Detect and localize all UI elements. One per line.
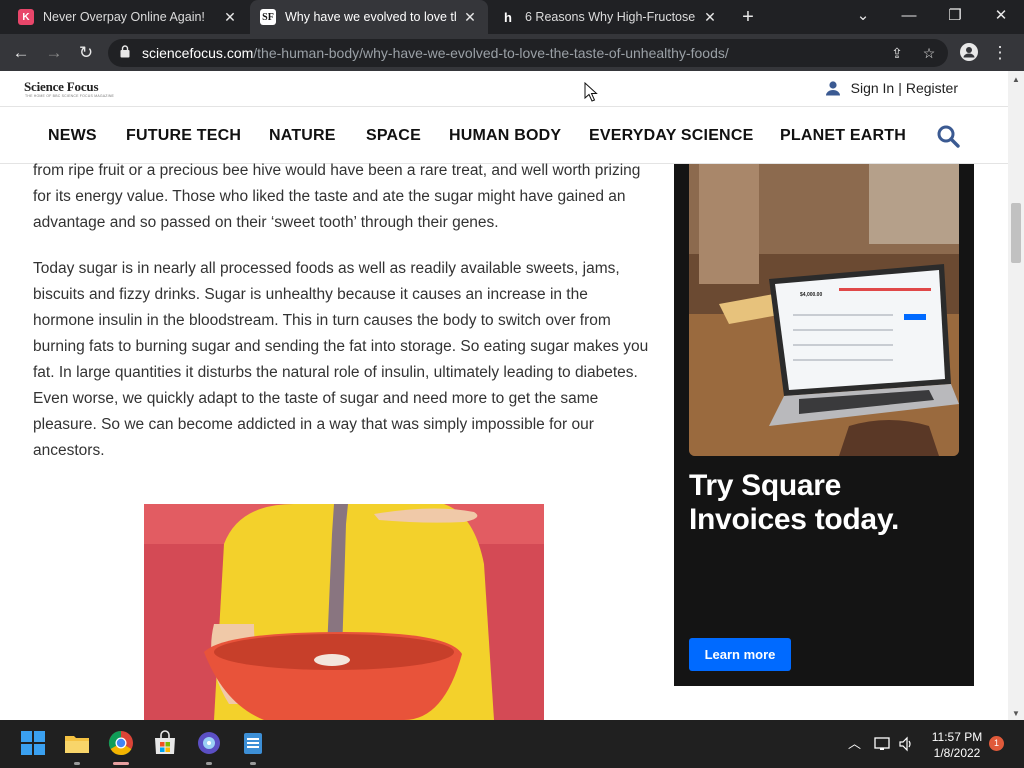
article-image-sugar-bowl bbox=[144, 504, 544, 720]
browser-menu-icon[interactable]: ⋮ bbox=[990, 40, 1010, 66]
nav-item-human-body[interactable]: HUMAN BODY bbox=[449, 127, 561, 145]
clock-time: 11:57 PM bbox=[931, 730, 983, 744]
site-top-strip: Science Focus THE HOME OF BBC SCIENCE FO… bbox=[0, 71, 1008, 107]
network-icon[interactable] bbox=[874, 736, 892, 752]
browser-toolbar: ← → ↻ sciencefocus.com/the-human-body/wh… bbox=[0, 34, 1024, 71]
show-hidden-icons-chevron-icon[interactable]: ︿ bbox=[848, 733, 861, 752]
site-logo[interactable]: Science Focus bbox=[24, 79, 99, 95]
page-scrollbar[interactable]: ▲ ▼ bbox=[1008, 71, 1024, 720]
taskbar-active-indicator bbox=[113, 762, 129, 765]
ad-photo-laptop: $4,000.00 bbox=[689, 164, 959, 456]
forward-icon[interactable]: → bbox=[41, 40, 67, 66]
article-paragraph: from ripe fruit or a precious bee hive w… bbox=[33, 162, 641, 231]
minimize-icon[interactable]: — bbox=[886, 0, 932, 34]
scrollbar-thumb[interactable] bbox=[1011, 203, 1021, 263]
nav-item-planet-earth[interactable]: PLANET EARTH bbox=[780, 127, 906, 145]
main-navigation: NEWS FUTURE TECH NATURE SPACE HUMAN BODY… bbox=[0, 108, 1008, 164]
close-tab-icon[interactable]: ✕ bbox=[222, 9, 238, 26]
share-icon[interactable]: ⇪ bbox=[888, 44, 906, 62]
scroll-up-arrow-icon[interactable]: ▲ bbox=[1012, 75, 1020, 84]
browser-tab-2-active[interactable]: SF Why have we evolved to love the ✕ bbox=[250, 0, 488, 34]
media-app-icon[interactable] bbox=[196, 730, 222, 756]
taskbar-indicator bbox=[250, 762, 256, 765]
close-tab-icon[interactable]: ✕ bbox=[462, 9, 478, 26]
ad-screen-amount: $4,000.00 bbox=[800, 292, 823, 298]
mouse-cursor-icon bbox=[584, 82, 598, 102]
volume-icon[interactable] bbox=[898, 736, 914, 752]
new-tab-icon[interactable]: + bbox=[738, 5, 758, 29]
file-explorer-icon[interactable] bbox=[64, 730, 90, 756]
url-text[interactable]: sciencefocus.com/the-human-body/why-have… bbox=[142, 45, 729, 61]
back-icon[interactable]: ← bbox=[8, 40, 34, 66]
nav-item-news[interactable]: NEWS bbox=[48, 127, 97, 145]
lock-icon[interactable] bbox=[120, 45, 130, 58]
nav-item-space[interactable]: SPACE bbox=[366, 127, 421, 145]
nav-item-everyday-science[interactable]: EVERYDAY SCIENCE bbox=[589, 127, 753, 145]
tab-search-chevron-icon[interactable]: ⌄ bbox=[840, 0, 886, 34]
search-icon[interactable] bbox=[936, 124, 960, 148]
browser-tab-1[interactable]: K Never Overpay Online Again! ✕ bbox=[8, 0, 248, 34]
bookmark-star-icon[interactable]: ☆ bbox=[920, 44, 938, 62]
address-bar[interactable]: sciencefocus.com/the-human-body/why-have… bbox=[108, 39, 948, 67]
nav-item-nature[interactable]: NATURE bbox=[269, 127, 336, 145]
profile-avatar-icon[interactable] bbox=[960, 43, 978, 61]
taskbar-indicator bbox=[206, 762, 212, 765]
taskbar-indicator bbox=[74, 762, 80, 765]
user-icon bbox=[825, 81, 840, 96]
register-link[interactable]: Register bbox=[906, 80, 958, 96]
article-paragraph: Today sugar is in nearly all processed f… bbox=[33, 260, 649, 459]
k-favicon-icon: K bbox=[18, 9, 34, 25]
tab-title: Why have we evolved to love the bbox=[285, 10, 456, 24]
close-tab-icon[interactable]: ✕ bbox=[702, 9, 718, 26]
close-window-icon[interactable]: ✕ bbox=[978, 0, 1024, 34]
microsoft-store-icon[interactable] bbox=[152, 730, 178, 756]
sf-favicon-icon: SF bbox=[260, 9, 276, 25]
scroll-down-arrow-icon[interactable]: ▼ bbox=[1012, 709, 1020, 718]
site-logo-tagline: THE HOME OF BBC SCIENCE FOCUS MAGAZINE bbox=[25, 94, 115, 98]
square-invoices-ad[interactable]: $4,000.00 Try Square Invoices today. Lea… bbox=[674, 164, 974, 686]
browser-tab-strip: K Never Overpay Online Again! ✕ SF Why h… bbox=[0, 0, 1024, 34]
web-page: Science Focus THE HOME OF BBC SCIENCE FO… bbox=[0, 71, 1008, 720]
clock-date: 1/8/2022 bbox=[933, 746, 981, 760]
link-separator: | bbox=[898, 80, 902, 96]
h-favicon-icon: h bbox=[504, 9, 512, 25]
system-clock[interactable]: 11:57 PM 1/8/2022 bbox=[926, 729, 988, 761]
nav-item-future-tech[interactable]: FUTURE TECH bbox=[126, 127, 241, 145]
browser-tab-3[interactable]: h 6 Reasons Why High-Fructose Co ✕ bbox=[490, 0, 728, 34]
sign-in-link[interactable]: Sign In bbox=[851, 80, 895, 96]
tab-title: Never Overpay Online Again! bbox=[43, 10, 205, 24]
windows-start-icon[interactable] bbox=[20, 730, 46, 756]
restore-icon[interactable]: ❐ bbox=[932, 0, 978, 34]
notification-badge[interactable]: 1 bbox=[989, 736, 1004, 751]
reload-icon[interactable]: ↻ bbox=[73, 40, 99, 66]
notepad-icon[interactable] bbox=[240, 730, 266, 756]
article-body: from ripe fruit or a precious bee hive w… bbox=[33, 162, 651, 484]
chrome-icon[interactable] bbox=[108, 730, 134, 756]
account-links: Sign In | Register bbox=[825, 80, 958, 96]
learn-more-button[interactable]: Learn more bbox=[689, 638, 791, 671]
windows-taskbar: ︿ 11:57 PM 1/8/2022 1 bbox=[0, 720, 1024, 768]
ad-headline: Try Square Invoices today. bbox=[689, 469, 900, 536]
tab-title: 6 Reasons Why High-Fructose Co bbox=[525, 10, 696, 24]
